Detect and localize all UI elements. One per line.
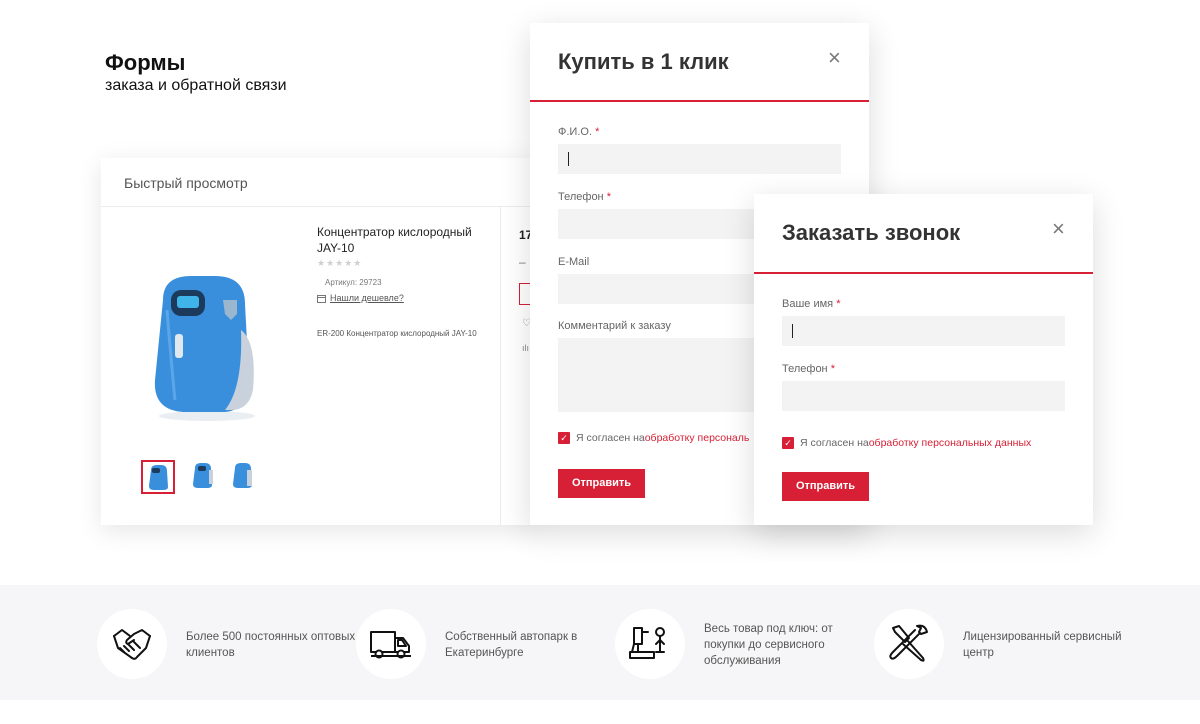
consent-text: Я согласен на [576,432,645,444]
compare-icon[interactable]: ılı [522,343,529,353]
feature-icon-circle [615,609,685,679]
quick-view-title: Быстрый просмотр [124,175,248,191]
page-title: Формы [105,50,186,75]
checkbox-checked-icon[interactable]: ✓ [558,432,570,444]
name-input[interactable] [782,316,1065,346]
column-divider [500,207,501,525]
phone-input[interactable] [782,381,1065,411]
modal-title: Заказать звонок [782,220,961,245]
checkbox-checked-icon[interactable]: ✓ [782,437,794,449]
callback-modal: Заказать звонок × Ваше имя * Телефон * ✓… [754,194,1093,525]
text-caret [568,152,569,166]
feature-text: Собственный автопарк в Екатеринбурге [445,631,578,659]
field-label-fio: Ф.И.О. * [558,126,600,138]
feature-text: Лицензированный сервисный центр [963,631,1122,659]
field-label-name: Ваше имя * [782,298,841,310]
text-caret [792,324,793,338]
field-label-phone: Телефон * [558,191,611,203]
privacy-link[interactable]: обработку персональ [645,432,750,444]
field-label-email: E-Mail [558,256,590,268]
close-icon[interactable]: × [1052,218,1065,240]
consent-checkbox-row[interactable]: ✓ Я согласен на обработку персональ [558,432,749,444]
fio-input[interactable] [558,144,841,174]
page-subtitle: заказа и обратной связи [105,77,287,94]
feature-icon-circle [874,609,944,679]
modal-title: Купить в 1 клик [558,49,729,74]
found-cheaper-label[interactable]: Нашли дешевле? [330,293,404,303]
feature-icon-circle [356,609,426,679]
product-sku: Артикул: 29723 [325,278,382,287]
thumbnail-2[interactable] [187,460,221,494]
quick-view-header: Быстрый просмотр [101,158,541,207]
feature-text: Более 500 постоянных оптовых клиентов [186,631,356,659]
handshake-icon [113,629,151,660]
feature-icon-circle [97,609,167,679]
truck-icon [370,631,411,659]
submit-button[interactable]: Отправить [558,469,645,498]
field-label-phone: Телефон * [782,363,835,375]
thumbnail-3[interactable] [227,460,261,494]
consent-checkbox-row[interactable]: ✓ Я согласен на обработку персональных д… [782,437,1031,449]
privacy-link[interactable]: обработку персональных данных [869,437,1032,449]
product-image [154,276,255,421]
consent-text: Я согласен на [800,437,869,449]
submit-button[interactable]: Отправить [782,472,869,501]
found-cheaper-link[interactable]: Нашли дешевле? [317,293,404,303]
quick-view-card: Быстрый просмотр Концентратор кислородны… [101,158,541,525]
product-description: ER-200 Концентратор кислородный JAY-10 [317,329,477,338]
quantity-minus-button[interactable]: – [519,255,526,269]
calendar-icon [317,294,326,303]
microscope-icon [629,627,665,659]
rating-stars[interactable]: ★★★★★ [317,258,362,269]
product-name[interactable]: Концентратор кислородный JAY-10 [317,224,487,256]
feature-text: Весь товар под ключ: от покупки до серви… [704,623,833,667]
thumbnail-1[interactable] [141,460,175,494]
close-icon[interactable]: × [828,47,841,69]
features-strip: Более 500 постоянных оптовых клиентов Со… [0,585,1200,700]
field-label-comment: Комментарий к заказу [558,320,671,332]
tools-icon [889,624,928,662]
